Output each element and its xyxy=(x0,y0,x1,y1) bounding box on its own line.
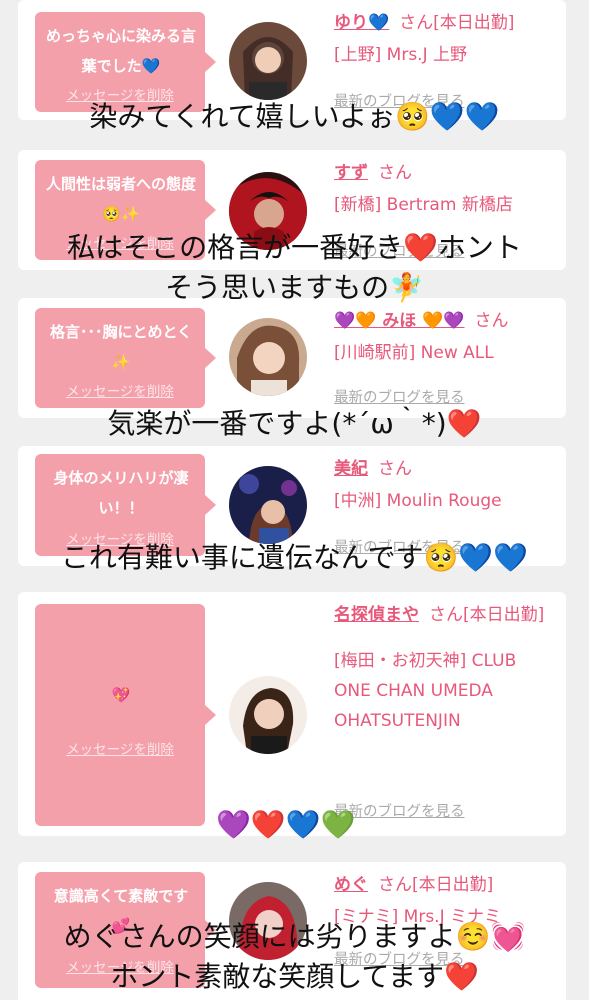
honorific: さん xyxy=(378,163,412,183)
cast-name-link[interactable]: 名探偵まや xyxy=(334,605,419,625)
honorific: さん[本日出勤] xyxy=(399,13,515,33)
overlay-hearts: 💜❤️💙💚 xyxy=(216,808,356,841)
honorific: さん[本日出勤] xyxy=(378,875,494,895)
cast-name-link[interactable]: めぐ xyxy=(334,875,368,895)
shop-name: [川崎駅前] New ALL xyxy=(334,343,494,363)
delete-message-link[interactable]: メッセージを削除 xyxy=(35,738,205,758)
avatar[interactable] xyxy=(229,318,307,396)
message-text: 身体のメリハリが凄い！！ xyxy=(53,469,189,517)
overlay-caption: 気楽が一番ですよ(*´ω｀*)❤️ xyxy=(107,407,482,440)
avatar[interactable] xyxy=(229,676,307,754)
message-text: 💖 xyxy=(111,686,131,704)
overlay-caption: めぐさんの笑顔には劣りますよ☺️💓 xyxy=(63,920,526,953)
shop-name: [中洲] Moulin Rouge xyxy=(334,491,502,511)
overlay-caption: ホント素敵な笑顔してます❤️ xyxy=(110,960,479,993)
shop-name: [新橋] Bertram 新橋店 xyxy=(334,195,513,215)
message-card: 💖 メッセージを削除 名探偵まや さん[本日出勤] [梅田・お初天神] CLUB … xyxy=(18,592,566,836)
message-bubble: 格言･･･胸にとめとく✨ メッセージを削除 xyxy=(35,308,216,408)
message-bubble: めっちゃ心に染みる言葉でした💙 メッセージを削除 xyxy=(35,12,216,112)
overlay-caption: これ有難い事に遺伝なんです🥺💙💙 xyxy=(60,541,529,574)
avatar[interactable] xyxy=(229,466,307,544)
overlay-caption: 私はそこの格言が一番好き❤️ホント xyxy=(67,231,522,264)
shop-name: [梅田・お初天神] CLUB ONE CHAN UMEDA OHATSUTENJ… xyxy=(334,651,517,731)
delete-message-link[interactable]: メッセージを削除 xyxy=(35,380,205,400)
overlay-caption: そう思いますもの🧚 xyxy=(165,271,424,304)
message-bubble: 💖 メッセージを削除 xyxy=(35,604,216,826)
avatar[interactable] xyxy=(229,22,307,100)
honorific: さん xyxy=(378,459,412,479)
message-text: 格言･･･胸にとめとく✨ xyxy=(49,323,193,371)
overlay-caption: 染みてくれて嬉しいよぉ🥺💙💙 xyxy=(89,100,500,133)
cast-name-link[interactable]: 💜🧡 みほ 🧡💜 xyxy=(334,311,465,331)
honorific: さん[本日出勤] xyxy=(429,605,545,625)
cast-name-link[interactable]: ゆり💙 xyxy=(334,13,389,33)
cast-name-link[interactable]: 美紀 xyxy=(334,459,368,479)
cast-name-link[interactable]: すず xyxy=(334,163,368,183)
honorific: さん xyxy=(474,311,509,331)
message-card: 格言･･･胸にとめとく✨ メッセージを削除 💜🧡 みほ 🧡💜 さん [川崎駅前] … xyxy=(18,298,566,418)
message-text: めっちゃ心に染みる言葉でした💙 xyxy=(45,27,196,75)
message-text: 人間性は弱者への態度🥺✨ xyxy=(45,175,196,223)
latest-blog-link[interactable]: 最新のブログを見る xyxy=(334,386,465,407)
shop-name: [上野] Mrs.J 上野 xyxy=(334,45,468,65)
